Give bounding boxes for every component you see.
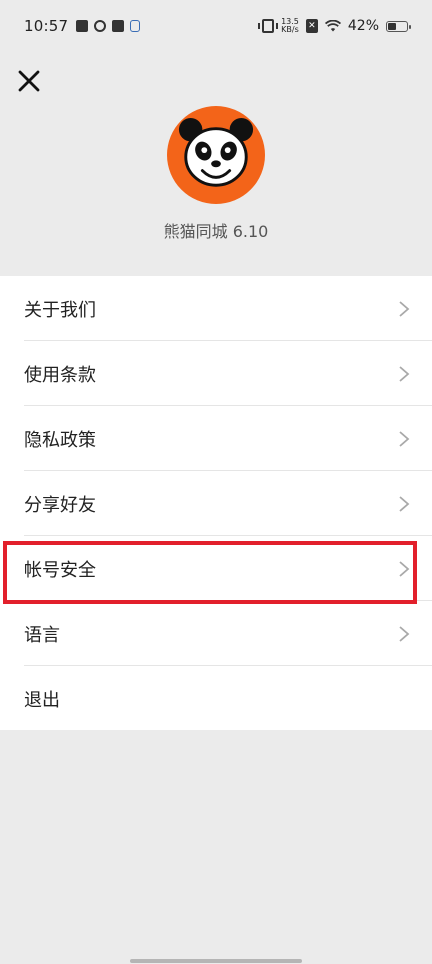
status-left: 10:57 — [24, 17, 141, 35]
status-bar: 10:57 13.5 KB/s ✕ 42% — [0, 0, 432, 52]
menu-item-terms-of-use[interactable]: 使用条款 — [0, 341, 432, 406]
no-sim-icon: ✕ — [305, 19, 318, 33]
app-name-version: 熊猫同城 6.10 — [163, 222, 269, 241]
chevron-right-icon — [399, 495, 410, 512]
menu-item-label: 语言 — [24, 624, 60, 646]
chevron-right-icon — [399, 430, 410, 447]
app-logo — [167, 106, 265, 204]
menu-item-account-security[interactable]: 帐号安全 — [0, 536, 432, 601]
menu-item-label: 关于我们 — [24, 299, 96, 321]
menu-item-label: 隐私政策 — [24, 429, 96, 451]
notification-icons — [76, 20, 141, 32]
chevron-right-icon — [399, 365, 410, 382]
panda-logo-icon — [178, 117, 254, 187]
net-speed: 13.5 KB/s — [281, 18, 299, 34]
menu-item-label: 帐号安全 — [24, 559, 96, 581]
notification-app-icon-3 — [130, 20, 141, 32]
menu-item-label: 分享好友 — [24, 494, 96, 516]
close-button[interactable] — [14, 66, 44, 96]
chevron-right-icon — [399, 625, 410, 642]
menu-item-language[interactable]: 语言 — [0, 601, 432, 666]
menu-item-privacy-policy[interactable]: 隐私政策 — [0, 406, 432, 471]
menu-item-share-friends[interactable]: 分享好友 — [0, 471, 432, 536]
wifi-icon — [324, 20, 341, 32]
notification-app-icon-2 — [94, 20, 107, 32]
net-speed-unit: KB/s — [281, 25, 299, 34]
battery-icon — [386, 20, 411, 32]
vibrate-icon — [258, 19, 279, 33]
chevron-right-icon — [399, 560, 410, 577]
close-icon — [18, 70, 40, 92]
chevron-right-icon — [399, 300, 410, 317]
menu-item-label: 退出 — [24, 689, 60, 711]
status-right: 13.5 KB/s ✕ 42% — [258, 18, 411, 34]
battery-percent: 42% — [347, 18, 379, 34]
tiktok-icon — [112, 20, 125, 32]
home-indicator[interactable] — [130, 959, 302, 963]
status-time: 10:57 — [24, 17, 69, 35]
menu-item-about-us[interactable]: 关于我们 — [0, 276, 432, 341]
notification-app-icon — [76, 20, 89, 32]
settings-menu: 关于我们 使用条款 隐私政策 分享好友 帐号安全 语言 退出 — [0, 276, 432, 730]
menu-item-logout[interactable]: 退出 — [0, 666, 432, 731]
menu-item-label: 使用条款 — [24, 364, 96, 386]
